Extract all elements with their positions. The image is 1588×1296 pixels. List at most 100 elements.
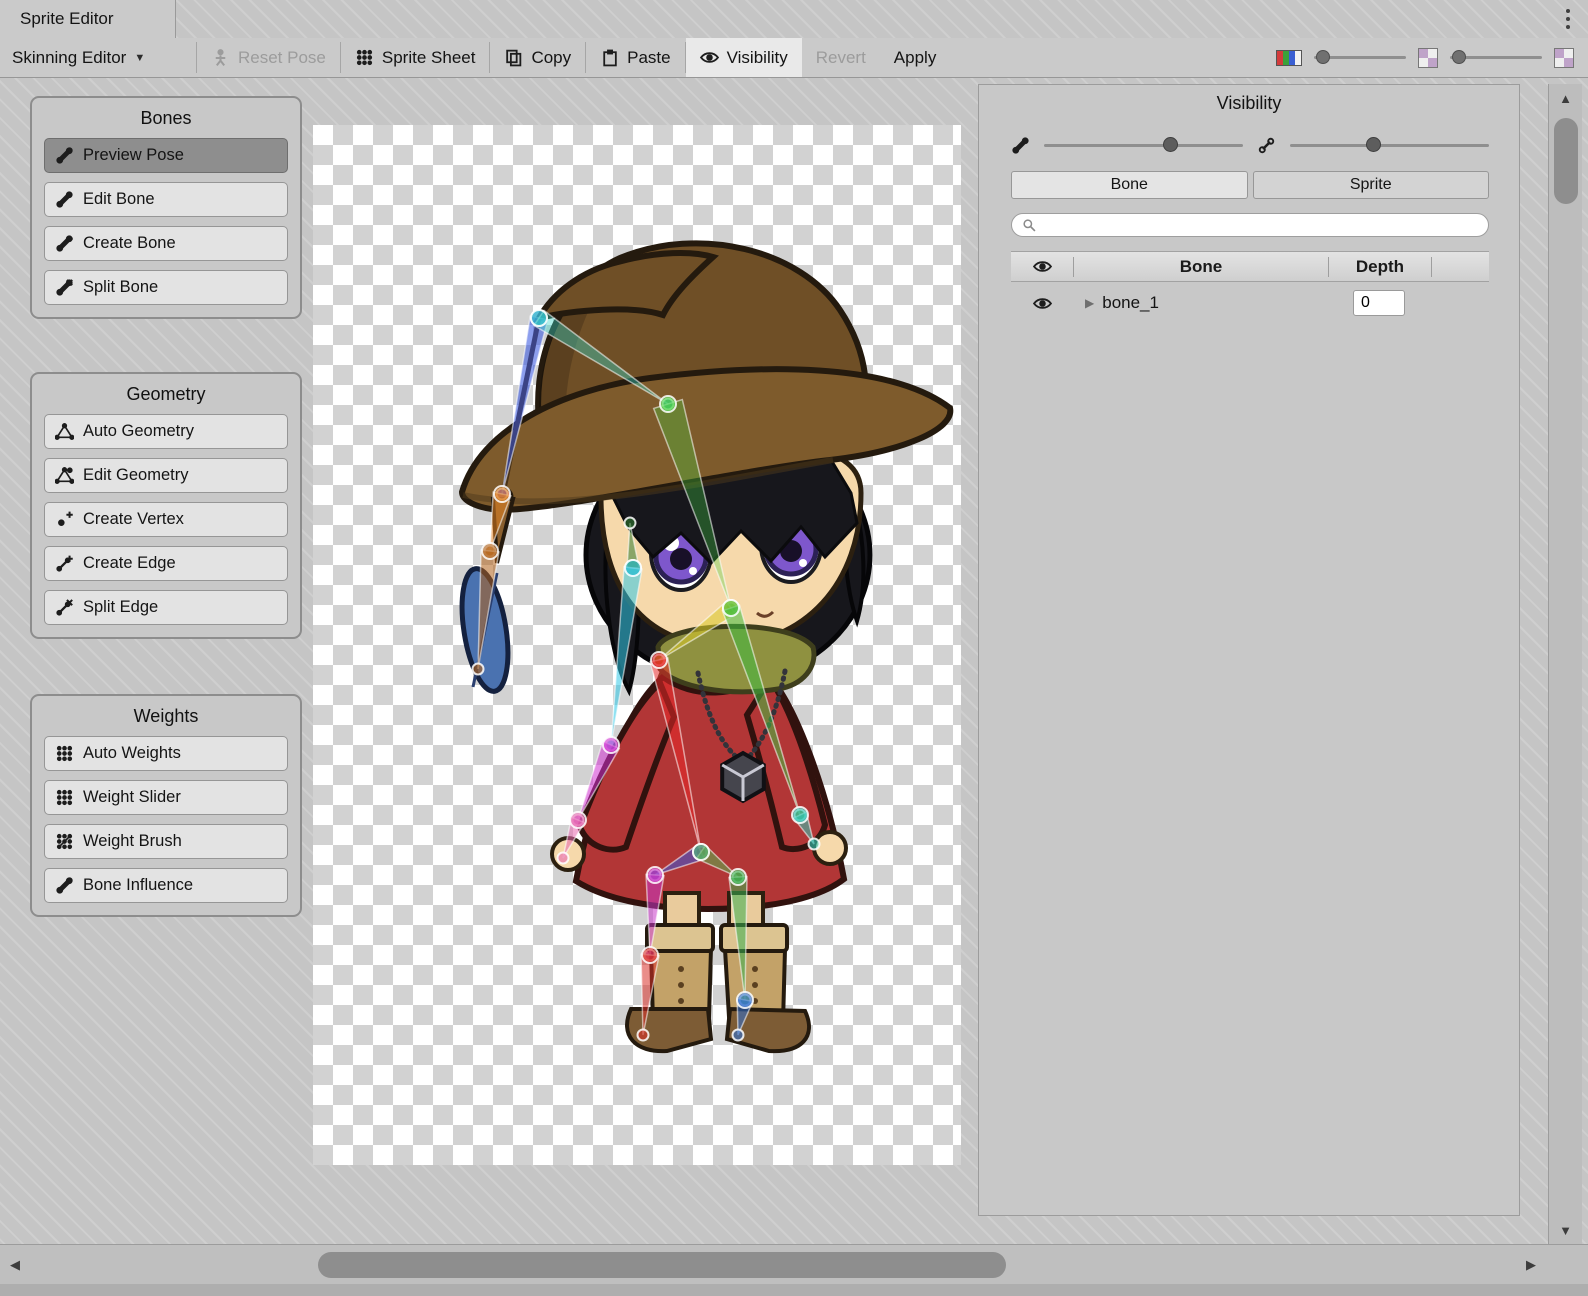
bone-split-icon xyxy=(55,278,74,297)
revert-button[interactable]: Revert xyxy=(802,38,880,77)
copy-label: Copy xyxy=(531,48,571,68)
reset-pose-label: Reset Pose xyxy=(238,48,326,68)
alpha-slider-knob[interactable] xyxy=(1316,50,1330,64)
edge-split-icon xyxy=(55,598,74,617)
split-bone-label: Split Bone xyxy=(83,278,158,297)
reset-pose-button[interactable]: Reset Pose xyxy=(197,38,340,77)
sprite-opacity-knob[interactable] xyxy=(1366,137,1381,152)
depth-input[interactable] xyxy=(1353,290,1405,316)
clipboard-icon xyxy=(600,48,619,67)
alpha-slider[interactable] xyxy=(1314,56,1406,59)
visibility-button[interactable]: Visibility xyxy=(686,38,802,77)
bones-panel: Bones Preview Pose Edit Bone Create Bone… xyxy=(30,96,302,319)
skinning-editor-dropdown[interactable]: Skinning Editor ▼ xyxy=(0,38,196,77)
scroll-left-button[interactable]: ◀ xyxy=(0,1245,30,1284)
scroll-up-button[interactable]: ▲ xyxy=(1549,84,1582,112)
disclosure-triangle-icon[interactable]: ▶ xyxy=(1085,296,1094,310)
create-edge-button[interactable]: Create Edge xyxy=(44,546,288,581)
mesh-icon xyxy=(55,422,74,441)
search-input[interactable] xyxy=(1043,217,1478,233)
bone-column-header: Bone xyxy=(1074,257,1328,277)
search-icon xyxy=(1022,218,1037,233)
eye-icon xyxy=(700,48,719,67)
create-edge-label: Create Edge xyxy=(83,554,176,573)
edge-plus-icon xyxy=(55,554,74,573)
brightness-slider-knob[interactable] xyxy=(1452,50,1466,64)
create-bone-button[interactable]: Create Bone xyxy=(44,226,288,261)
visibility-panel: Visibility Bone Sprite Bone Depth ▶ bone… xyxy=(978,84,1520,1216)
split-bone-button[interactable]: Split Bone xyxy=(44,270,288,305)
scroll-down-button[interactable]: ▼ xyxy=(1549,1216,1582,1244)
eye-column-icon[interactable] xyxy=(1033,257,1052,276)
tab-bone-label: Bone xyxy=(1111,176,1148,194)
brightness-slider[interactable] xyxy=(1450,56,1542,59)
bones-panel-title: Bones xyxy=(44,108,288,129)
split-edge-button[interactable]: Split Edge xyxy=(44,590,288,625)
kebab-menu-icon[interactable] xyxy=(1564,7,1572,31)
visibility-panel-title: Visibility xyxy=(979,93,1519,114)
scroll-right-icon: ▶ xyxy=(1526,1257,1536,1273)
dropdown-arrow-icon: ▼ xyxy=(134,52,145,64)
tab-strip: Sprite Editor xyxy=(0,0,1588,38)
vertical-scroll-thumb[interactable] xyxy=(1554,118,1578,204)
weight-slider-button[interactable]: Weight Slider xyxy=(44,780,288,815)
edit-geometry-button[interactable]: Edit Geometry xyxy=(44,458,288,493)
split-edge-label: Split Edge xyxy=(83,598,158,617)
apply-button[interactable]: Apply xyxy=(880,38,951,77)
weight-brush-label: Weight Brush xyxy=(83,832,182,851)
tab-bone[interactable]: Bone xyxy=(1011,171,1248,199)
toolbar-right-controls xyxy=(1276,38,1588,77)
bone-weight-icon xyxy=(55,876,74,895)
create-vertex-label: Create Vertex xyxy=(83,510,184,529)
color-swatch-icon[interactable] xyxy=(1276,49,1302,67)
edit-geometry-label: Edit Geometry xyxy=(83,466,188,485)
bone-influence-label: Bone Influence xyxy=(83,876,193,895)
dots-auto-icon xyxy=(55,744,74,763)
tab-sprite-label: Sprite xyxy=(1350,176,1392,194)
skeleton-overlay[interactable] xyxy=(313,125,961,1165)
scroll-right-button[interactable]: ▶ xyxy=(1516,1245,1546,1284)
row-eye-icon[interactable] xyxy=(1033,294,1052,313)
sprite-opacity-slider[interactable] xyxy=(1290,144,1489,147)
tab-sprite[interactable]: Sprite xyxy=(1253,171,1490,199)
search-box[interactable] xyxy=(1011,213,1489,237)
bone-table-header: Bone Depth xyxy=(1011,251,1489,282)
geometry-panel-title: Geometry xyxy=(44,384,288,405)
bone-table-row[interactable]: ▶ bone_1 xyxy=(1011,284,1489,322)
auto-weights-button[interactable]: Auto Weights xyxy=(44,736,288,771)
sprite-sheet-button[interactable]: Sprite Sheet xyxy=(341,38,490,77)
copy-button[interactable]: Copy xyxy=(490,38,585,77)
scroll-down-icon: ▼ xyxy=(1559,1223,1572,1238)
weight-brush-button[interactable]: Weight Brush xyxy=(44,824,288,859)
bone-name: bone_1 xyxy=(1102,293,1159,313)
skinning-editor-label: Skinning Editor xyxy=(12,48,126,68)
auto-geometry-label: Auto Geometry xyxy=(83,422,194,441)
bone-dot-icon xyxy=(55,146,74,165)
tab-sprite-editor-label: Sprite Editor xyxy=(20,9,114,29)
tab-sprite-editor[interactable]: Sprite Editor xyxy=(0,0,176,38)
horizontal-scrollbar[interactable]: ◀ ▶ xyxy=(0,1244,1588,1284)
paste-button[interactable]: Paste xyxy=(586,38,684,77)
sprite-canvas[interactable] xyxy=(313,125,961,1165)
mannequin-icon xyxy=(211,48,230,67)
create-vertex-button[interactable]: Create Vertex xyxy=(44,502,288,537)
bone-plus-icon xyxy=(55,234,74,253)
edit-bone-button[interactable]: Edit Bone xyxy=(44,182,288,217)
visibility-sliders xyxy=(1011,136,1489,155)
auto-geometry-button[interactable]: Auto Geometry xyxy=(44,414,288,449)
bone-filled-icon xyxy=(1011,136,1030,155)
preview-pose-button[interactable]: Preview Pose xyxy=(44,138,288,173)
auto-weights-label: Auto Weights xyxy=(83,744,181,763)
dots-grid-icon xyxy=(355,48,374,67)
preview-pose-label: Preview Pose xyxy=(83,146,184,165)
depth-column-header: Depth xyxy=(1329,257,1431,277)
paste-label: Paste xyxy=(627,48,670,68)
toolbar: Skinning Editor ▼ Reset Pose Sprite Shee… xyxy=(0,38,1588,78)
bone-opacity-knob[interactable] xyxy=(1163,137,1178,152)
visibility-label: Visibility xyxy=(727,48,788,68)
sprite-sheet-label: Sprite Sheet xyxy=(382,48,476,68)
bone-opacity-slider[interactable] xyxy=(1044,144,1243,147)
vertical-scrollbar[interactable]: ▲ ▼ xyxy=(1548,84,1582,1244)
bone-influence-button[interactable]: Bone Influence xyxy=(44,868,288,903)
horizontal-scroll-thumb[interactable] xyxy=(318,1252,1006,1278)
